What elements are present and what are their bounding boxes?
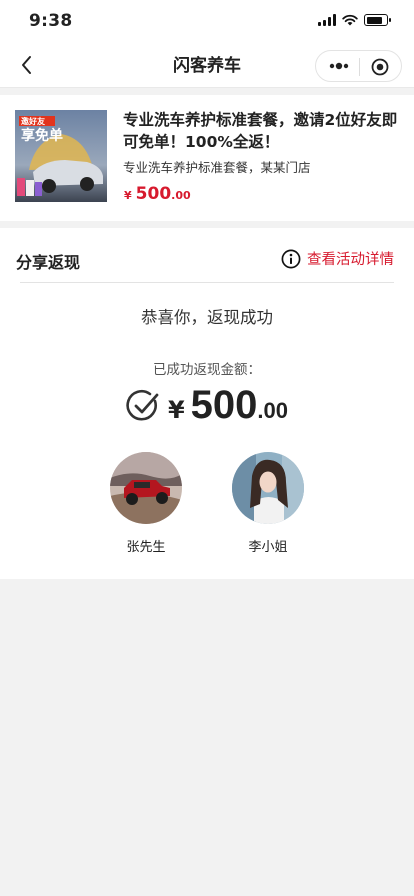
product-subtitle: 专业洗车养护标准套餐，某某门店 — [123, 160, 311, 175]
signal-icon — [318, 14, 336, 26]
cashback-amount: ¥500.00 — [0, 383, 414, 428]
friend-name: 张先生 — [126, 540, 166, 555]
capsule-divider — [359, 58, 360, 76]
section-heading: 分享返现 — [16, 253, 81, 272]
price-currency: ¥ — [124, 189, 132, 202]
product-title: 专业洗车养护标准套餐，邀请2位好友即可免单！100%全返！ — [123, 111, 398, 151]
status-time: 9:38 — [29, 11, 73, 31]
avatar — [232, 452, 304, 524]
success-message: 恭喜你，返现成功 — [141, 308, 273, 327]
price-integer: 500 — [135, 184, 172, 204]
cashback-amount-label: 已成功返现金额： — [153, 362, 261, 378]
battery-icon — [364, 14, 391, 26]
friend-item: 李小姐 — [232, 452, 304, 555]
info-icon — [281, 249, 301, 268]
product-card[interactable]: 邀好友 享免单 专业洗车养护标准套餐，邀请2位好友即可免单！100%全返！ 专业… — [0, 95, 414, 221]
navigation-bar: 闪客养车 — [0, 44, 414, 88]
friend-name: 李小姐 — [248, 540, 288, 555]
product-price: ¥500.00 — [124, 184, 191, 204]
miniapp-capsule — [315, 50, 402, 82]
thumb-top-text: 邀好友 — [21, 116, 45, 126]
close-miniapp-icon[interactable] — [371, 58, 389, 76]
status-icons — [318, 14, 391, 26]
activity-details-label: 查看活动详情 — [307, 252, 394, 268]
amount-integer: 500 — [190, 383, 258, 427]
friend-item: 张先生 — [110, 452, 182, 555]
more-options-icon[interactable] — [328, 59, 350, 73]
wifi-icon — [342, 14, 358, 26]
activity-details-link[interactable]: 查看活动详情 — [281, 248, 394, 269]
product-thumbnail: 邀好友 享免单 — [15, 110, 107, 202]
share-cashback-section: 分享返现 查看活动详情 恭喜你，返现成功 已成功返现金额： ¥500.00 张先… — [0, 228, 414, 579]
price-decimal: .00 — [171, 189, 191, 202]
section-divider — [20, 282, 394, 283]
check-circle-icon — [126, 389, 159, 420]
invited-friends-list: 张先生 李小姐 — [0, 452, 414, 555]
amount-currency: ¥ — [167, 396, 185, 424]
status-bar: 9:38 — [0, 0, 414, 44]
avatar — [110, 452, 182, 524]
amount-decimal: .00 — [257, 398, 289, 423]
thumb-main-text: 享免单 — [21, 127, 63, 144]
